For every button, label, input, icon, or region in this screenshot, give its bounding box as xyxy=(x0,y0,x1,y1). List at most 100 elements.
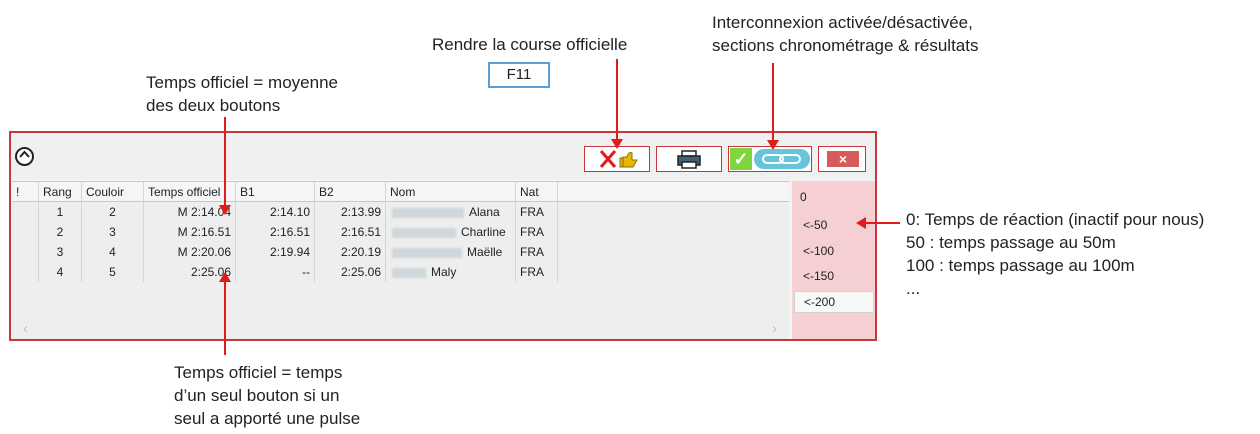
first-name: Charline xyxy=(461,225,506,239)
close-icon: × xyxy=(827,151,859,167)
unofficial-race-button[interactable] xyxy=(584,146,650,172)
make-official-callout: Rendre la course officielle xyxy=(432,35,628,54)
arrow-head xyxy=(856,217,866,229)
callout-line: Interconnexion activée/désactivée, xyxy=(712,13,973,32)
arrow-head xyxy=(219,205,231,215)
name-cell: Charline xyxy=(386,222,516,242)
f11-key: F11 xyxy=(488,62,550,88)
header-nat: Nat xyxy=(516,182,558,202)
header-b1: B1 xyxy=(236,182,315,202)
header-status: ! xyxy=(12,182,39,202)
official-time-cell: M 2:16.51 xyxy=(144,222,236,242)
reaction-time-label: 0 xyxy=(800,190,807,204)
print-icon xyxy=(677,150,701,169)
arrow-line xyxy=(616,59,618,144)
unofficial-race-icon xyxy=(599,150,638,168)
row-status xyxy=(12,262,39,282)
lane-cell: 5 xyxy=(82,262,144,282)
first-name: Maëlle xyxy=(467,245,503,259)
official-time-single-callout: Temps officiel = temps d’un seul bouton … xyxy=(174,361,360,430)
row-spacer xyxy=(558,262,789,282)
results-table: ! Rang Couloir Temps officiel B1 B2 Nom … xyxy=(12,181,789,339)
header-b2: B2 xyxy=(315,182,386,202)
lane-cell: 4 xyxy=(82,242,144,262)
arrow-head xyxy=(611,139,623,149)
redacted-surname xyxy=(392,267,426,278)
callout-line: Temps officiel = temps xyxy=(174,363,343,382)
scroll-right-icon[interactable]: › xyxy=(772,321,777,336)
interconnection-callout: Interconnexion activée/désactivée, secti… xyxy=(712,11,978,57)
split-200-button[interactable]: <-200 xyxy=(794,291,874,313)
b2-cell: 2:25.06 xyxy=(315,262,386,282)
b1-cell: 2:16.51 xyxy=(236,222,315,242)
rank-cell: 1 xyxy=(39,202,82,222)
row-status xyxy=(12,222,39,242)
arrow-line xyxy=(865,222,900,224)
collapse-button[interactable] xyxy=(15,147,34,166)
arrow-line xyxy=(224,277,226,355)
callout-line: 100 : temps passage au 100m xyxy=(906,256,1135,275)
header-official-time: Temps officiel xyxy=(144,182,236,202)
official-time-average-callout: Temps officiel = moyenne des deux bouton… xyxy=(146,71,338,117)
rank-cell: 3 xyxy=(39,242,82,262)
lane-cell: 3 xyxy=(82,222,144,242)
chain-ring xyxy=(779,154,801,164)
b2-cell: 2:20.19 xyxy=(315,242,386,262)
first-name: Maly xyxy=(431,265,457,279)
close-button[interactable]: × xyxy=(818,146,866,172)
lane-cell: 2 xyxy=(82,202,144,222)
name-cell: Maëlle xyxy=(386,242,516,262)
callout-line: 50 : temps passage au 50m xyxy=(906,233,1116,252)
split-panel: 0 <-50 <-100 <-150 <-200 xyxy=(792,181,875,339)
callout-line: 0: Temps de réaction (inactif pour nous) xyxy=(906,210,1205,229)
header-lane: Couloir xyxy=(82,182,144,202)
row-status xyxy=(12,202,39,222)
official-time-cell: M 2:20.06 xyxy=(144,242,236,262)
header-spacer xyxy=(558,182,789,202)
name-cell: Alana xyxy=(386,202,516,222)
arrow-line xyxy=(772,63,774,145)
row-spacer xyxy=(558,202,789,222)
check-icon: ✓ xyxy=(730,148,752,170)
header-name: Nom xyxy=(386,182,516,202)
split-help-callout: 0: Temps de réaction (inactif pour nous)… xyxy=(906,208,1204,300)
callout-line: sections chronométrage & résultats xyxy=(712,36,979,55)
first-name: Alana xyxy=(469,205,500,219)
nat-cell: FRA xyxy=(516,262,558,282)
arrow-head xyxy=(767,140,779,150)
header-rank: Rang xyxy=(39,182,82,202)
rank-cell: 4 xyxy=(39,262,82,282)
nat-cell: FRA xyxy=(516,242,558,262)
b1-cell: 2:14.10 xyxy=(236,202,315,222)
print-button[interactable] xyxy=(656,146,722,172)
results-window: ✓ × ! Rang Couloir Temps officiel B1 B2 … xyxy=(9,131,877,341)
b2-cell: 2:16.51 xyxy=(315,222,386,242)
arrow-line xyxy=(224,117,226,211)
split-100-button[interactable]: <-100 xyxy=(794,241,874,263)
nat-cell: FRA xyxy=(516,222,558,242)
scroll-left-icon[interactable]: ‹ xyxy=(23,321,28,336)
callout-line: d’un seul bouton si un xyxy=(174,386,340,405)
b1-cell: 2:19.94 xyxy=(236,242,315,262)
redacted-surname xyxy=(392,227,456,238)
table-header: ! Rang Couloir Temps officiel B1 B2 Nom … xyxy=(12,182,789,202)
callout-line: ... xyxy=(906,279,921,298)
toolbar: ✓ × xyxy=(11,133,875,179)
callout-line: des deux boutons xyxy=(146,96,281,115)
b1-cell: -- xyxy=(236,262,315,282)
callout-line: Temps officiel = moyenne xyxy=(146,73,338,92)
nat-cell: FRA xyxy=(516,202,558,222)
name-cell: Maly xyxy=(386,262,516,282)
b2-cell: 2:13.99 xyxy=(315,202,386,222)
split-150-button[interactable]: <-150 xyxy=(794,266,874,288)
arrow-head xyxy=(219,272,231,282)
callout-line: seul a apporté une pulse xyxy=(174,409,361,428)
chevron-up-icon xyxy=(19,150,30,158)
row-status xyxy=(12,242,39,262)
link-icon xyxy=(754,149,810,169)
redacted-surname xyxy=(392,247,462,258)
row-spacer xyxy=(558,222,789,242)
row-spacer xyxy=(558,242,789,262)
redacted-surname xyxy=(392,207,464,218)
rank-cell: 2 xyxy=(39,222,82,242)
